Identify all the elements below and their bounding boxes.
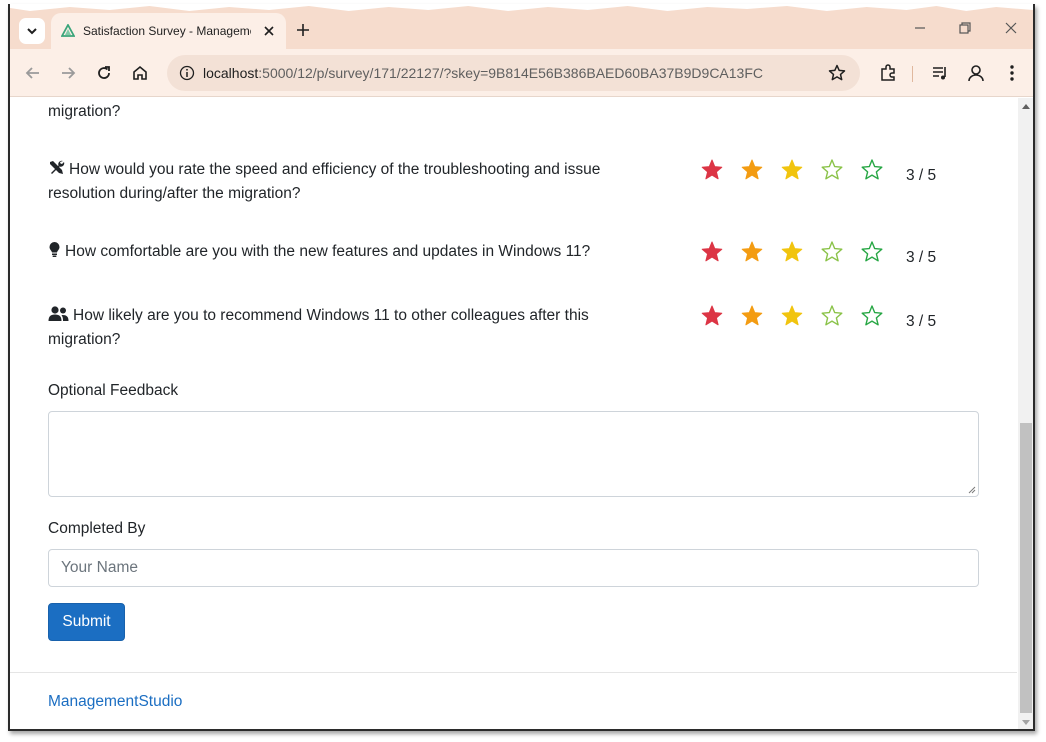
submit-button[interactable]: Submit <box>48 603 125 641</box>
rating-stars-2 <box>691 240 891 268</box>
tools-icon <box>50 160 65 174</box>
feedback-textarea[interactable] <box>48 411 979 497</box>
bookmark-star-icon[interactable] <box>827 63 847 83</box>
question-text: How likely are you to recommend Windows … <box>48 307 589 348</box>
rating-score: 3 / 5 <box>906 313 937 330</box>
scroll-down-arrow-icon[interactable] <box>1022 720 1030 725</box>
url-host: localhost <box>203 65 259 81</box>
minimize-icon[interactable] <box>912 20 928 36</box>
question-text: How comfortable are you with the new fea… <box>65 243 591 260</box>
question-speed-efficiency: How would you rate the speed and efficie… <box>48 158 648 206</box>
lightbulb-icon <box>49 242 60 257</box>
star-filled-icon[interactable] <box>740 240 764 264</box>
browser-tab-active[interactable]: Satisfaction Survey - ManagementStudio <box>51 13 286 49</box>
url-path: :5000/12/p/survey/171/22127/?skey=9B814E… <box>258 65 764 81</box>
question-recommend: How likely are you to recommend Windows … <box>48 304 648 352</box>
star-outline-icon[interactable] <box>860 304 884 328</box>
close-window-icon[interactable] <box>1003 20 1019 36</box>
url-text[interactable]: localhost:5000/12/p/survey/171/22127/?sk… <box>203 65 763 81</box>
footer-divider <box>10 672 1017 673</box>
screenshot-canvas: Satisfaction Survey - ManagementStudio <box>0 0 1046 742</box>
feedback-label: Optional Feedback <box>48 382 179 399</box>
tab-title: Satisfaction Survey - ManagementStudio <box>83 24 251 38</box>
media-control-icon[interactable] <box>930 63 950 83</box>
star-outline-icon[interactable] <box>820 304 844 328</box>
scroll-up-arrow-icon[interactable] <box>1022 104 1030 109</box>
scrollbar-thumb[interactable] <box>1020 423 1032 713</box>
rating-stars-3 <box>691 304 891 332</box>
site-info-icon[interactable] <box>179 65 195 81</box>
resize-grip-icon[interactable] <box>966 484 976 494</box>
star-filled-icon[interactable] <box>780 240 804 264</box>
rating-score: 3 / 5 <box>906 167 937 184</box>
star-filled-icon[interactable] <box>780 158 804 182</box>
toolbar-separator <box>912 66 913 82</box>
profile-icon[interactable] <box>966 63 986 83</box>
name-input[interactable] <box>48 549 979 587</box>
new-tab-icon[interactable] <box>293 20 313 40</box>
star-outline-icon[interactable] <box>860 240 884 264</box>
question-text: How would you rate the speed and efficie… <box>48 161 601 202</box>
question-new-features: How comfortable are you with the new fea… <box>48 240 648 264</box>
favicon-icon <box>61 24 75 37</box>
restore-icon[interactable] <box>957 20 973 36</box>
home-icon[interactable] <box>130 63 150 83</box>
rating-stars-1 <box>691 158 891 186</box>
browser-toolbar: localhost:5000/12/p/survey/171/22127/?sk… <box>10 49 1033 97</box>
forward-arrow-icon[interactable] <box>58 63 78 83</box>
rating-score: 3 / 5 <box>906 249 937 266</box>
star-filled-icon[interactable] <box>780 304 804 328</box>
star-filled-icon[interactable] <box>700 240 724 264</box>
star-filled-icon[interactable] <box>740 158 764 182</box>
completed-by-label: Completed By <box>48 520 146 537</box>
reload-icon[interactable] <box>94 63 114 83</box>
browser-window: Satisfaction Survey - ManagementStudio <box>8 4 1035 731</box>
chevron-down-icon <box>27 28 37 35</box>
star-outline-icon[interactable] <box>820 158 844 182</box>
kebab-menu-icon[interactable] <box>1002 63 1022 83</box>
people-icon <box>48 306 69 321</box>
star-outline-icon[interactable] <box>820 240 844 264</box>
vertical-scrollbar[interactable] <box>1018 98 1033 729</box>
title-bar: Satisfaction Survey - ManagementStudio <box>10 4 1033 49</box>
close-tab-icon[interactable] <box>260 22 278 40</box>
tab-search-button[interactable] <box>19 18 45 44</box>
star-filled-icon[interactable] <box>700 158 724 182</box>
extensions-icon[interactable] <box>878 63 898 83</box>
star-filled-icon[interactable] <box>700 304 724 328</box>
question-text-partial: migration? <box>48 103 121 120</box>
back-arrow-icon[interactable] <box>23 63 43 83</box>
page-content: migration? How would you rate the speed … <box>10 98 1017 729</box>
address-bar[interactable]: localhost:5000/12/p/survey/171/22127/?sk… <box>167 55 860 91</box>
star-outline-icon[interactable] <box>860 158 884 182</box>
footer-brand-link[interactable]: ManagementStudio <box>48 693 182 711</box>
star-filled-icon[interactable] <box>740 304 764 328</box>
